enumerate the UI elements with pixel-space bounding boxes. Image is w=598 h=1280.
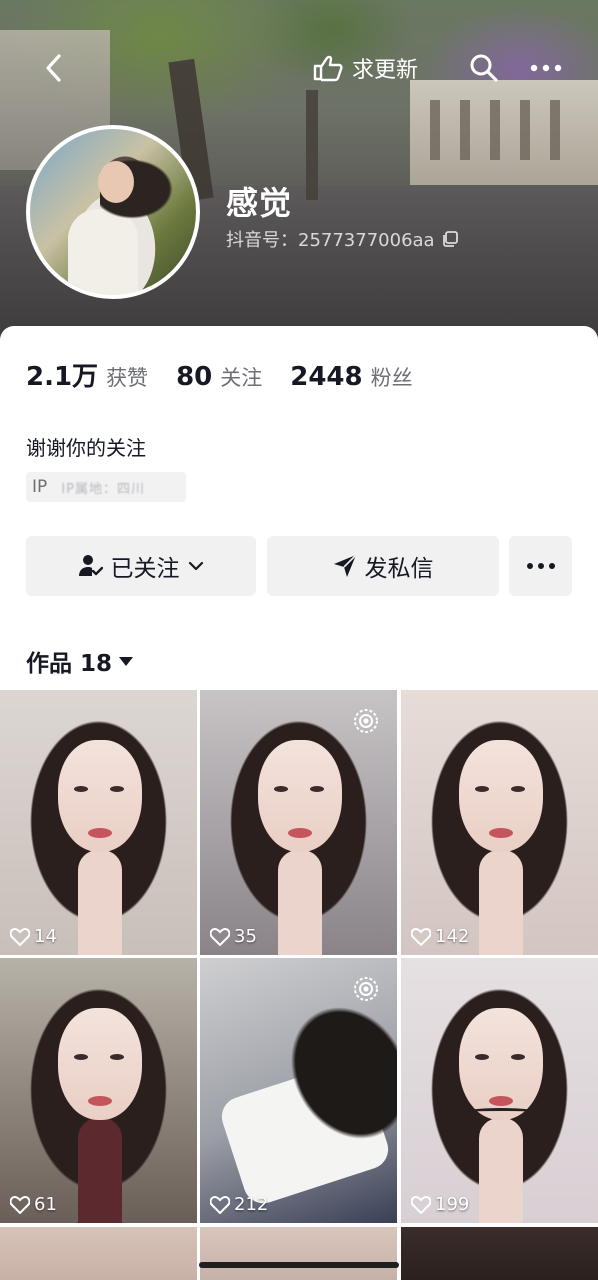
ip-tag: IP IP属地：四川 — [26, 472, 186, 502]
video-thumbnail[interactable]: 35 — [200, 690, 397, 955]
heart-icon — [10, 927, 30, 946]
stat-followers[interactable]: 2448 粉丝 — [290, 362, 412, 392]
stat-label: 粉丝 — [370, 366, 413, 390]
heart-icon — [10, 1195, 30, 1214]
nickname: 感觉 — [226, 184, 293, 222]
douyin-id[interactable]: 抖音号：2577377006aa — [226, 226, 459, 252]
heart-icon — [210, 927, 230, 946]
request-update-button[interactable]: 求更新 — [312, 50, 418, 86]
stat-value: 2.1万 — [26, 362, 99, 392]
like-count-text: 61 — [34, 1194, 57, 1215]
stat-value: 2448 — [290, 362, 363, 392]
douyin-id-text: 抖音号：2577377006aa — [226, 230, 435, 251]
stat-label: 获赞 — [106, 366, 149, 390]
video-thumbnail-partial[interactable] — [0, 1227, 197, 1280]
video-thumbnail[interactable]: 61 — [0, 958, 197, 1223]
user-check-icon — [78, 555, 103, 576]
more-horizontal-icon — [530, 64, 562, 72]
caret-down-icon — [119, 657, 134, 666]
followed-label: 已关注 — [110, 556, 180, 582]
stats-row: 2.1万 获赞 80 关注 2448 粉丝 — [26, 356, 441, 393]
like-count-text: 142 — [435, 926, 470, 947]
like-count: 212 — [210, 1194, 268, 1215]
video-thumbnail[interactable]: 199 — [401, 958, 598, 1223]
search-icon — [470, 54, 498, 82]
send-message-label: 发私信 — [364, 556, 434, 582]
stat-label: 关注 — [220, 366, 263, 390]
heart-icon — [210, 1195, 230, 1214]
avatar[interactable] — [26, 125, 200, 299]
like-count-text: 212 — [234, 1194, 269, 1215]
video-thumbnail-partial[interactable] — [401, 1227, 598, 1280]
like-count-text: 35 — [234, 926, 257, 947]
live-ring-icon — [354, 709, 378, 733]
like-count: 35 — [210, 926, 257, 947]
like-count: 142 — [411, 926, 469, 947]
like-count-text: 199 — [435, 1194, 470, 1215]
video-thumbnail[interactable]: 14 — [0, 690, 197, 955]
works-tab-label: 作品 18 — [26, 651, 113, 677]
search-button[interactable] — [466, 50, 502, 86]
action-buttons: 已关注 发私信 — [26, 536, 572, 596]
ip-value: IP属地：四川 — [61, 481, 145, 497]
stat-following[interactable]: 80 关注 — [176, 362, 262, 392]
like-count: 14 — [10, 926, 57, 947]
stat-value: 80 — [176, 362, 213, 392]
back-arrow-icon — [46, 54, 61, 82]
video-thumbnail-partial[interactable] — [200, 1227, 397, 1280]
live-ring-icon — [354, 977, 378, 1001]
heart-icon — [411, 927, 431, 946]
followed-button[interactable]: 已关注 — [26, 536, 256, 596]
more-button-top[interactable] — [526, 50, 566, 86]
back-button[interactable] — [36, 50, 72, 86]
like-count: 199 — [411, 1194, 469, 1215]
copy-icon[interactable] — [441, 230, 459, 248]
tab-works[interactable]: 作品 18 — [26, 644, 134, 678]
ip-label: IP — [32, 477, 48, 497]
more-actions-button[interactable] — [509, 536, 572, 596]
stat-likes[interactable]: 2.1万 获赞 — [26, 356, 148, 393]
home-indicator[interactable] — [199, 1262, 399, 1268]
like-count: 61 — [10, 1194, 57, 1215]
send-icon — [333, 554, 357, 577]
video-thumbnail[interactable]: 212 — [200, 958, 397, 1223]
pointing-hand-icon — [313, 55, 343, 82]
top-bar: 求更新 — [0, 46, 598, 90]
request-update-label: 求更新 — [352, 58, 419, 83]
like-count-text: 14 — [34, 926, 57, 947]
signature: 谢谢你的关注 — [26, 436, 146, 460]
chevron-down-icon — [188, 561, 203, 571]
more-horizontal-icon — [526, 563, 555, 569]
send-message-button[interactable]: 发私信 — [267, 536, 499, 596]
heart-icon — [411, 1195, 431, 1214]
video-thumbnail[interactable]: 142 — [401, 690, 598, 955]
